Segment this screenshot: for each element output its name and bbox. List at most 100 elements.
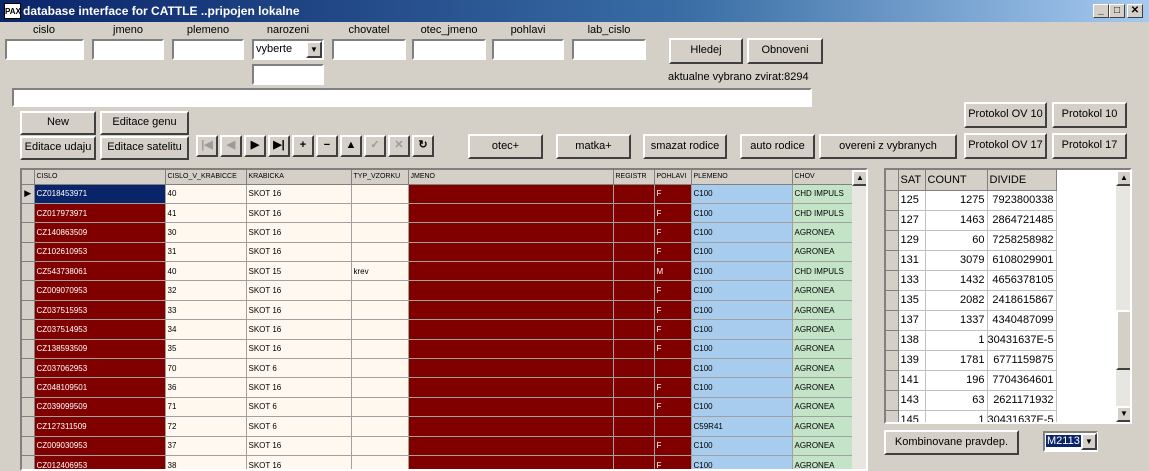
- table-cell[interactable]: AGRONEA: [792, 319, 853, 340]
- table-cell[interactable]: C100: [691, 300, 793, 321]
- cancel-icon[interactable]: ✕: [388, 135, 410, 157]
- table-row[interactable]: 125 1275 7923800338: [886, 190, 1057, 211]
- table-cell[interactable]: 145: [898, 410, 926, 422]
- table-cell[interactable]: CZ048109501: [34, 377, 166, 398]
- table-cell[interactable]: 139: [898, 350, 926, 371]
- close-button[interactable]: ✕: [1127, 4, 1143, 18]
- table-cell[interactable]: C100: [691, 397, 793, 418]
- table-cell[interactable]: [408, 184, 614, 204]
- obnoveni-button[interactable]: Obnoveni: [747, 38, 823, 64]
- table-cell[interactable]: [351, 455, 409, 469]
- table-row[interactable]: 145 1 30431637E-5: [886, 410, 1057, 422]
- table-cell[interactable]: [408, 358, 614, 379]
- table-cell[interactable]: [408, 436, 614, 456]
- column-header[interactable]: CISLO: [34, 170, 166, 185]
- table-cell[interactable]: C100: [691, 455, 793, 469]
- table-cell[interactable]: C100: [691, 339, 793, 360]
- table-row[interactable]: 137 1337 4340487099: [886, 310, 1057, 331]
- table-cell[interactable]: krev: [351, 261, 409, 282]
- scroll-thumb[interactable]: [1116, 310, 1130, 370]
- table-row[interactable]: CZ102610953 31 SKOT 16 F C100 AGRONEA: [22, 242, 853, 263]
- table-cell[interactable]: 196: [925, 370, 988, 391]
- table-cell[interactable]: F: [654, 436, 692, 456]
- column-header[interactable]: PLEMENO: [691, 170, 793, 185]
- table-cell[interactable]: 1337: [925, 310, 988, 331]
- table-cell[interactable]: CZ138593509: [34, 339, 166, 360]
- protokol-ov10-button[interactable]: Protokol OV 10: [964, 102, 1047, 128]
- table-row[interactable]: 131 3079 6108029901: [886, 250, 1057, 271]
- table-cell[interactable]: 60: [925, 230, 988, 251]
- table-cell[interactable]: 7704364601: [987, 370, 1057, 391]
- table-cell[interactable]: CZ543738061: [34, 261, 166, 282]
- table-cell[interactable]: SKOT 15: [246, 261, 352, 282]
- table-cell[interactable]: SKOT 16: [246, 280, 352, 301]
- table-cell[interactable]: [408, 319, 614, 340]
- column-header[interactable]: CISLO_V_KRABICCE: [165, 170, 247, 185]
- table-cell[interactable]: [613, 397, 655, 418]
- table-cell[interactable]: 2621171932: [987, 390, 1057, 411]
- table-row[interactable]: 129 60 7258258982: [886, 230, 1057, 251]
- table-cell[interactable]: 125: [898, 190, 926, 211]
- overeni-button[interactable]: overeni z vybranych: [819, 134, 957, 159]
- table-cell[interactable]: 4656378105: [987, 270, 1057, 291]
- auto-rodice-button[interactable]: auto rodice: [740, 134, 815, 159]
- otec-button[interactable]: otec+: [468, 134, 543, 159]
- table-row[interactable]: CZ012406953 38 SKOT 16 F C100 AGRONEA: [22, 455, 853, 469]
- table-cell[interactable]: F: [654, 280, 692, 301]
- table-cell[interactable]: 38: [165, 455, 247, 469]
- grid-scrollbar[interactable]: ▲: [852, 170, 866, 469]
- table-cell[interactable]: 2864721485: [987, 210, 1057, 231]
- table-cell[interactable]: 34: [165, 319, 247, 340]
- table-cell[interactable]: CZ140863509: [34, 222, 166, 243]
- table-cell[interactable]: [351, 339, 409, 360]
- table-row[interactable]: 138 1 30431637E-5: [886, 330, 1057, 351]
- table-cell[interactable]: AGRONEA: [792, 397, 853, 418]
- table-cell[interactable]: F: [654, 203, 692, 224]
- table-cell[interactable]: F: [654, 184, 692, 204]
- table-cell[interactable]: 7258258982: [987, 230, 1057, 251]
- sat-scrollbar[interactable]: ▲ ▼: [1116, 170, 1130, 422]
- table-cell[interactable]: 4340487099: [987, 310, 1057, 331]
- delete-icon[interactable]: −: [316, 135, 338, 157]
- table-row[interactable]: CZ140863509 30 SKOT 16 F C100 AGRONEA: [22, 222, 853, 243]
- table-cell[interactable]: M: [654, 261, 692, 282]
- table-cell[interactable]: C100: [691, 319, 793, 340]
- chovatel-input[interactable]: [332, 39, 406, 60]
- table-cell[interactable]: [613, 203, 655, 224]
- table-cell[interactable]: C100: [691, 242, 793, 263]
- table-row[interactable]: 143 63 2621171932: [886, 390, 1057, 411]
- table-cell[interactable]: 143: [898, 390, 926, 411]
- table-cell[interactable]: 138: [898, 330, 926, 351]
- table-row[interactable]: CZ009070953 32 SKOT 16 F C100 AGRONEA: [22, 280, 853, 301]
- table-cell[interactable]: CZ039099509: [34, 397, 166, 418]
- table-cell[interactable]: [613, 377, 655, 398]
- table-cell[interactable]: SKOT 16: [246, 300, 352, 321]
- lab-cislo-input[interactable]: [572, 39, 646, 60]
- table-cell[interactable]: 1463: [925, 210, 988, 231]
- column-header[interactable]: SAT: [898, 170, 926, 191]
- table-cell[interactable]: 141: [898, 370, 926, 391]
- table-cell[interactable]: AGRONEA: [792, 280, 853, 301]
- table-cell[interactable]: AGRONEA: [792, 300, 853, 321]
- table-row[interactable]: CZ127311509 72 SKOT 6 C59R41 AGRONEA: [22, 416, 853, 437]
- column-header[interactable]: KRABICKA: [246, 170, 352, 185]
- chevron-down-icon[interactable]: ▼: [1081, 433, 1097, 450]
- kombinovane-button[interactable]: Kombinovane pravdep.: [884, 430, 1019, 455]
- table-cell[interactable]: 133: [898, 270, 926, 291]
- table-cell[interactable]: [351, 319, 409, 340]
- table-cell[interactable]: 7923800338: [987, 190, 1057, 211]
- animals-grid[interactable]: CISLO CISLO_V_KRABICCE KRABICKA TYP_VZORKU J…: [20, 168, 868, 471]
- table-cell[interactable]: [351, 397, 409, 418]
- table-row[interactable]: CZ037062953 70 SKOT 6 C100 AGRONEA: [22, 358, 853, 379]
- table-cell[interactable]: C100: [691, 358, 793, 379]
- table-cell[interactable]: C100: [691, 203, 793, 224]
- table-cell[interactable]: [613, 339, 655, 360]
- table-cell[interactable]: SKOT 6: [246, 397, 352, 418]
- column-header[interactable]: CHOV: [792, 170, 853, 185]
- table-cell[interactable]: 1: [925, 330, 988, 351]
- table-cell[interactable]: AGRONEA: [792, 436, 853, 456]
- table-cell[interactable]: [408, 416, 614, 437]
- table-cell[interactable]: 129: [898, 230, 926, 251]
- editace-udaju-button[interactable]: Editace udaju: [20, 136, 96, 160]
- table-cell[interactable]: 1432: [925, 270, 988, 291]
